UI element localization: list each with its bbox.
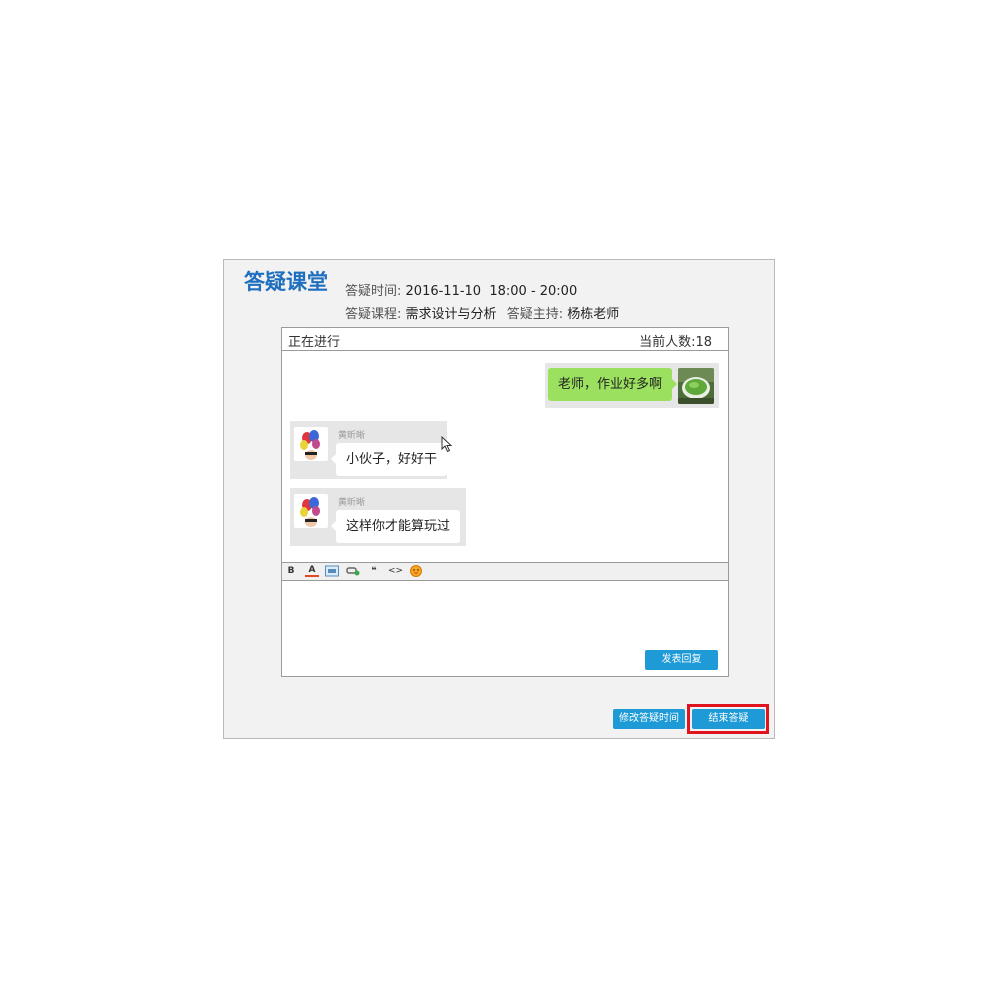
message-bubble: 小伙子，好好干 bbox=[330, 443, 448, 476]
message-bubble: 老师，作业好多啊 bbox=[547, 368, 678, 401]
page-title: 答疑课堂 bbox=[244, 269, 328, 294]
editor-toolbar: B A ❝ <> bbox=[282, 562, 728, 581]
image-icon[interactable] bbox=[325, 565, 339, 578]
chat-box: 正在进行 当前人数:18 老师，作业好多啊 黄昕晰 小伙子，好好干 黄昕晰 这样… bbox=[281, 327, 729, 677]
submit-reply-button[interactable]: 发表回复 bbox=[645, 650, 718, 670]
sender-name: 黄昕晰 bbox=[338, 498, 366, 508]
list-item: 老师，作业好多啊 bbox=[545, 363, 719, 408]
green-tea-avatar-icon[interactable] bbox=[678, 368, 714, 404]
message-list[interactable]: 老师，作业好多啊 黄昕晰 小伙子，好好干 黄昕晰 这样你才能算玩过 bbox=[282, 351, 728, 562]
qa-host-label: 答疑主持: bbox=[506, 307, 564, 322]
qa-host-value: 杨栋老师 bbox=[567, 307, 620, 322]
emoji-icon[interactable] bbox=[409, 565, 423, 578]
qa-time-row: 答疑时间: 2016-11-10 18:00 - 20:00 bbox=[345, 280, 577, 299]
reply-editor[interactable]: 发表回复 bbox=[282, 581, 728, 676]
modify-time-button[interactable]: 修改答疑时间 bbox=[613, 709, 685, 729]
code-icon[interactable]: <> bbox=[388, 565, 403, 578]
qa-time-value: 2016-11-10 18:00 - 20:00 bbox=[405, 284, 578, 299]
qa-course-row: 答疑课程: 需求设计与分析 答疑主持: 杨栋老师 bbox=[345, 303, 619, 322]
link-icon[interactable] bbox=[346, 565, 360, 578]
qa-course-label: 答疑课程: bbox=[345, 307, 402, 322]
font-color-icon[interactable]: A bbox=[305, 565, 319, 577]
qa-course-value: 需求设计与分析 bbox=[405, 307, 497, 322]
mouse-cursor-icon bbox=[441, 436, 453, 453]
qa-time-label: 答疑时间: bbox=[345, 284, 402, 299]
list-item: 黄昕晰 这样你才能算玩过 bbox=[290, 488, 466, 546]
highlight-box bbox=[687, 704, 769, 734]
balloons-avatar-icon[interactable] bbox=[294, 427, 328, 461]
balloons-avatar-icon[interactable] bbox=[294, 494, 328, 528]
list-item: 黄昕晰 小伙子，好好干 bbox=[290, 421, 448, 479]
online-count: 当前人数:18 bbox=[639, 335, 712, 350]
quote-icon[interactable]: ❝ bbox=[367, 565, 381, 578]
sender-name: 黄昕晰 bbox=[338, 431, 366, 441]
bold-icon[interactable]: B bbox=[284, 565, 298, 578]
message-bubble: 这样你才能算玩过 bbox=[330, 510, 461, 543]
qa-classroom-panel: 答疑课堂 答疑时间: 2016-11-10 18:00 - 20:00 答疑课程… bbox=[223, 259, 775, 739]
session-status: 正在进行 bbox=[288, 335, 341, 350]
chat-header: 正在进行 当前人数:18 bbox=[282, 328, 728, 351]
